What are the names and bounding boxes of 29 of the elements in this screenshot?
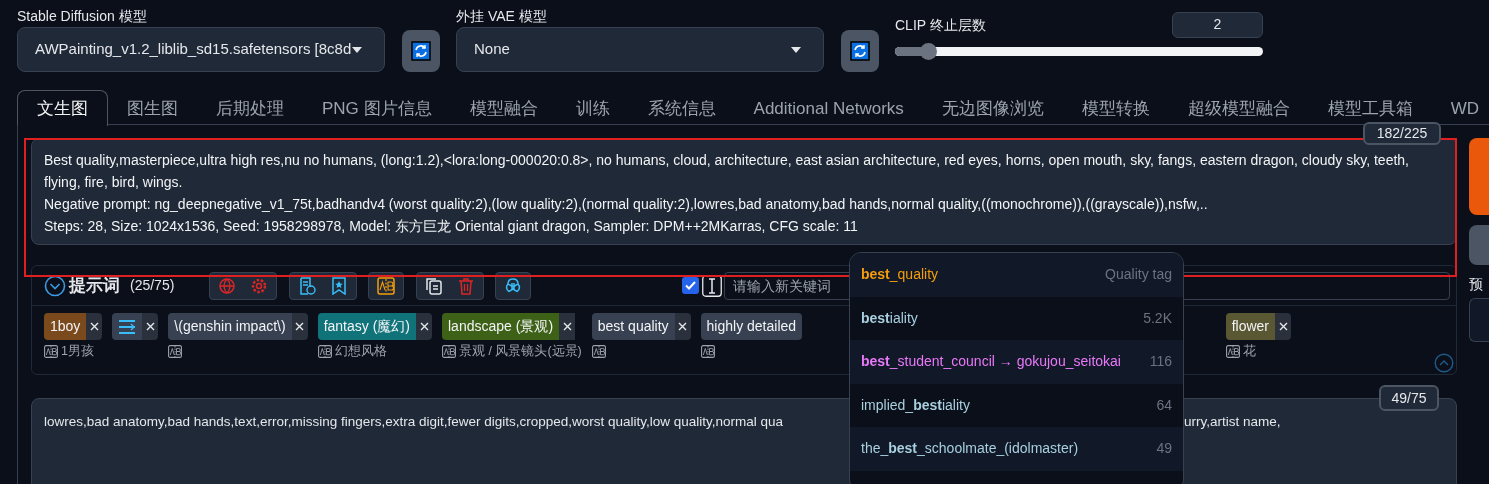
side-label: 预 <box>1469 275 1484 294</box>
suggestion-text: best_quality <box>861 265 939 285</box>
tag-count: (25/75) <box>130 276 175 295</box>
prompt-text: urry,artist name, <box>1184 413 1281 431</box>
panel-title: 提示词 <box>69 274 120 297</box>
suggestion-count: 64 <box>1156 395 1172 415</box>
suggestion-count: 116 <box>1149 352 1172 372</box>
suggestion-text: best_student_council → gokujou_seitokai <box>861 352 1121 372</box>
tag-translation: 景观 / 风景镜头(远景) <box>459 342 582 360</box>
prompt-line: Best quality,masterpiece,ultra high res,nu no humans, (long:1.2),<lora:long-000020:0.8>, no humans, cloud, architecture, east asian architecture, red eyes, horns, open mouth, sky, fangs, eastern dragon, cloudy sky, teeth, flying, fire, bird, wings. <box>44 151 1410 192</box>
token-counter: 49/75 <box>1379 385 1439 411</box>
suggestion-count: 49 <box>1156 439 1172 459</box>
dropdown-value: None <box>474 39 511 60</box>
prompt-line: Steps: 28, Size: 1024x1536, Seed: 1958298978, Model: 东方巨龙 Oriental giant dragon, Sampler: DPM++2MKarras, CFG scale: 11 <box>44 217 859 236</box>
tag-translation: 1男孩 <box>61 342 94 360</box>
suggestion-count: 5.2K <box>1143 308 1172 328</box>
suggestion-text: the_best_schoolmate_(idolmaster) <box>861 439 1079 459</box>
dropdown-value: AWPainting_v1.2_liblib_sd15.safetensors [8c8d <box>35 39 352 60</box>
suggestion-text: bestiality <box>861 308 918 328</box>
field-label: CLIP 终止层数 <box>895 16 986 35</box>
suggestion-text: implied_bestiality <box>861 395 970 415</box>
token-counter: 182/225 <box>1363 122 1441 145</box>
prompt-line: Negative prompt: ng_deepnegative_v1_75t,badhandv4 (worst quality:2),(low quality:2),(normal quality:2),lowres,bad anatomy,bad hands,normal quality,((monochrome)),((grayscale)),nsfw,.. <box>44 195 1209 214</box>
tag-translation: 花 <box>1242 342 1256 360</box>
prompt-text: lowres,bad anatomy,bad hands,text,error,missing fingers,extra digit,fewer digits,cropped,worst quality,low quality,normal qua <box>44 413 785 431</box>
suggestion-count: Quality tag <box>1105 265 1172 285</box>
field-label: Stable Diffusion 模型 <box>17 8 148 26</box>
tag-translation: 幻想风格 <box>334 342 387 360</box>
field-label: 外挂 VAE 模型 <box>456 8 548 26</box>
